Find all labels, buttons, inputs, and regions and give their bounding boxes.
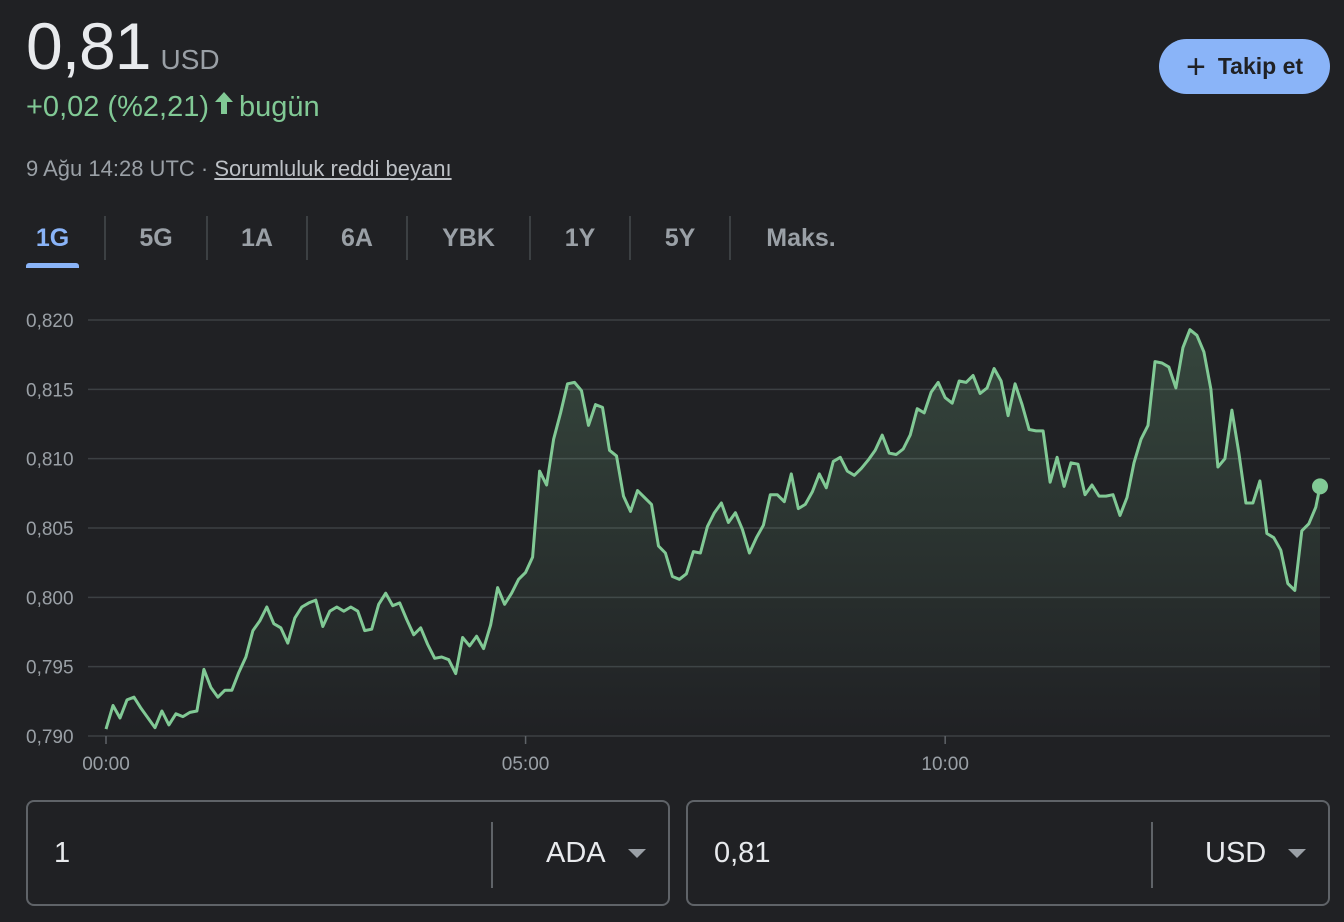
latest-price-point [1312,478,1328,495]
x-tick-label: 10:00 [921,754,969,775]
dropdown-caret-icon [1288,848,1307,858]
tab-label: 5G [139,223,173,252]
price-chart[interactable]: 0,820 0,815 0,810 0,805 0,800 0,795 0,790 00:00… [0,290,1344,780]
y-tick-label: 0,790 [26,727,74,748]
dropdown-caret-icon [627,848,646,858]
tab-1y[interactable]: 1Y [531,214,629,262]
price-meta: 9 Ağu 14:28 UTC · Sorumluluk reddi beyan… [26,156,452,182]
follow-button[interactable]: + Takip et [1159,39,1330,94]
x-tick-label: 05:00 [502,754,550,775]
price-row: 0,81 USD [26,10,220,82]
converter-from-input[interactable]: 1 [54,802,70,904]
follow-button-label: Takip et [1217,53,1304,79]
price-timestamp: 9 Ağu 14:28 UTC · [26,156,209,181]
x-tick-label: 00:00 [82,754,130,775]
converter-to: 0,81 USD [686,800,1330,906]
converter-divider [1151,822,1153,888]
tab-label: 6A [341,223,373,252]
tab-label: 1Y [564,223,596,252]
tab-5g[interactable]: 5G [106,214,206,262]
converter-from: 1 ADA [26,800,670,906]
converter-to-unit: USD [1205,836,1267,869]
converter-to-unit-select[interactable]: USD [1205,802,1307,904]
tab-6a[interactable]: 6A [308,214,406,262]
converter-to-input[interactable]: 0,81 [714,802,770,904]
range-tabs: 1G 5G 1A 6A YBK 1Y 5Y Maks. [26,214,871,270]
tab-label: YBK [442,223,495,252]
y-tick-label: 0,795 [26,658,74,679]
converter-from-unit-select[interactable]: ADA [546,802,646,904]
price-change-value: +0,02 (%2,21) [26,90,209,123]
y-tick-label: 0,805 [26,519,74,540]
tab-1a[interactable]: 1A [208,214,306,262]
tab-ybk[interactable]: YBK [408,214,529,262]
converter-divider [491,822,493,888]
disclaimer-link[interactable]: Sorumluluk reddi beyanı [214,156,451,181]
y-tick-label: 0,800 [26,588,74,609]
arrow-up-icon [213,90,235,124]
price-change: +0,02 (%2,21) bugün [26,90,320,124]
price-area [106,329,1320,736]
tab-max[interactable]: Maks. [731,214,871,262]
tab-5y[interactable]: 5Y [631,214,729,262]
price-currency: USD [160,44,220,75]
tab-label: 5Y [664,223,696,252]
price-change-period: bugün [238,90,320,123]
tab-1g[interactable]: 1G [26,214,79,268]
converter-from-unit: ADA [546,836,606,869]
y-tick-label: 0,810 [26,450,74,471]
tab-label: 1A [241,223,273,252]
y-tick-label: 0,820 [26,311,74,332]
plus-icon: + [1185,47,1206,86]
tab-label: 1G [35,223,70,252]
tab-label: Maks. [766,223,836,252]
y-tick-label: 0,815 [26,380,74,401]
current-price: 0,81 [26,9,151,83]
